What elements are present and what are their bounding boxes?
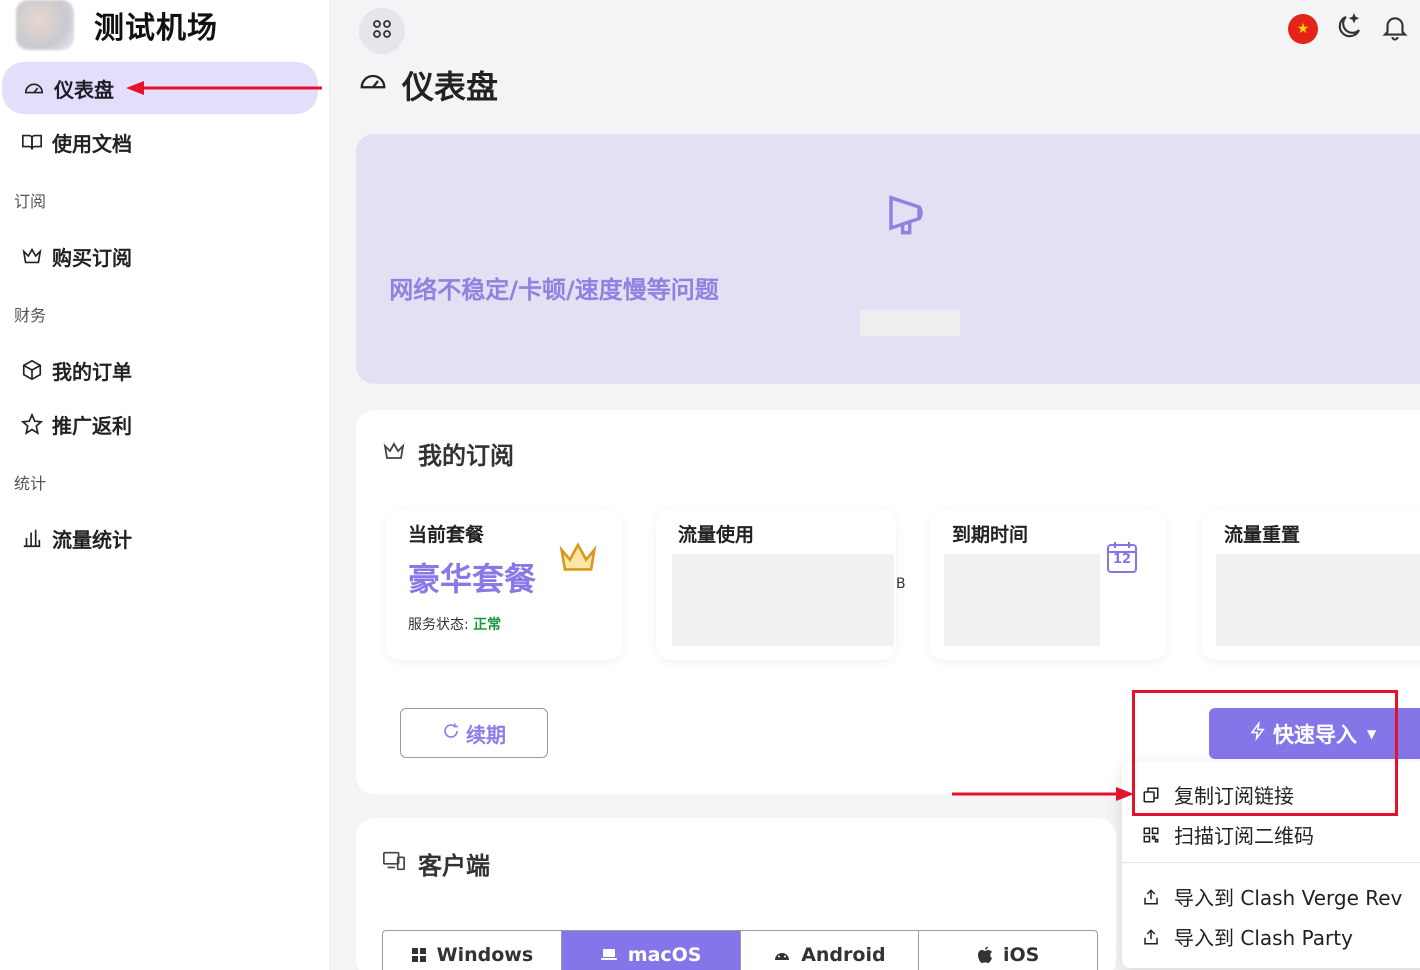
renew-button[interactable]: 续期 (400, 708, 548, 758)
dropdown-item-clash-party[interactable]: 导入到 Clash Party (1142, 922, 1353, 951)
current-plan-label: 当前套餐 (408, 524, 485, 546)
announcement-banner[interactable] (356, 134, 1420, 384)
banner-placeholder (860, 310, 960, 336)
expiry-card: 到期时间 12 (930, 510, 1166, 660)
traffic-reset-card: 流量重置 (1202, 510, 1420, 660)
apple-icon (977, 946, 993, 964)
calendar-icon: 12 (1106, 540, 1138, 574)
share-icon (1142, 888, 1162, 906)
traffic-reset-label: 流量重置 (1224, 524, 1301, 546)
dropdown-item-label: 导入到 Clash Party (1174, 926, 1353, 950)
sidebar-item-orders[interactable]: 我的订单 (0, 344, 320, 396)
bell-icon[interactable] (1380, 12, 1410, 46)
dropdown-item-clash-verge[interactable]: 导入到 Clash Verge Rev (1142, 882, 1402, 911)
page-title: 仪表盘 (358, 62, 498, 108)
apps-button[interactable] (359, 8, 405, 54)
tab-ios[interactable]: iOS (919, 931, 1097, 970)
page-title-text: 仪表盘 (402, 68, 499, 106)
sidebar-item-label: 购买订阅 (52, 245, 132, 270)
gold-crown-icon (558, 540, 598, 580)
banner-text-wrap: 网络不稳定/卡顿/速度慢等问题 (0, 270, 1108, 305)
book-icon (20, 130, 44, 154)
sidebar-item-label: 流量统计 (52, 527, 132, 552)
sidebar-item-docs[interactable]: 使用文档 (0, 116, 320, 168)
crown-icon (382, 439, 406, 469)
calendar-day: 12 (1112, 552, 1132, 567)
sidebar-item-label: 仪表盘 (54, 77, 114, 102)
traffic-usage-label: 流量使用 (678, 524, 755, 546)
sidebar-section-stats: 统计 (14, 474, 47, 493)
traffic-unit: B (896, 576, 906, 592)
language-flag-icon[interactable]: ★ (1288, 14, 1318, 44)
android-icon (773, 948, 791, 962)
sidebar-item-label: 使用文档 (52, 131, 132, 156)
dark-mode-icon[interactable] (1334, 12, 1364, 46)
gauge-icon (358, 66, 388, 104)
tab-label: Windows (436, 944, 534, 966)
tab-android[interactable]: Android (741, 931, 920, 970)
sidebar-item-referral[interactable]: 推广返利 (0, 398, 320, 450)
traffic-usage-card: 流量使用 B (656, 510, 906, 660)
expiry-label: 到期时间 (952, 524, 1029, 546)
apps-grid-icon (372, 19, 392, 43)
crown-icon (20, 244, 44, 268)
plan-status: 服务状态: 正常 (408, 614, 501, 634)
tab-label: iOS (1002, 944, 1040, 966)
annotation-box (1132, 690, 1398, 816)
os-tabs: Windows macOS Android iOS (382, 930, 1098, 970)
brand-title: 测试机场 (94, 11, 218, 46)
renew-label: 续期 (466, 722, 506, 747)
sidebar-section-finance: 财务 (14, 306, 47, 325)
share-icon (1142, 928, 1162, 946)
brand-avatar (16, 0, 74, 50)
sidebar-item-label: 推广返利 (52, 413, 132, 438)
dropdown-item-scan-qr[interactable]: 扫描订阅二维码 (1142, 820, 1314, 849)
subscription-title: 我的订阅 (382, 436, 514, 471)
plan-name: 豪华套餐 (408, 560, 537, 598)
windows-icon (411, 947, 427, 963)
brand[interactable]: 测试机场 (16, 0, 218, 50)
box-icon (20, 358, 44, 382)
dropdown-item-label: 扫描订阅二维码 (1174, 824, 1314, 848)
dropdown-divider (1122, 862, 1420, 863)
star-icon (20, 412, 44, 436)
annotation-arrow-dropdown (952, 787, 1134, 801)
gauge-icon (22, 76, 46, 100)
subscription-title-text: 我的订阅 (418, 442, 514, 470)
tab-label: macOS (627, 944, 702, 966)
tab-label: Android (801, 944, 886, 966)
megaphone-icon (884, 186, 940, 246)
sidebar: 测试机场 仪表盘 使用文档 订阅 购买订阅 财务 我的订单 推广返利 统计 流量… (0, 0, 330, 970)
banner-text: 网络不稳定/卡顿/速度慢等问题 (389, 276, 719, 304)
sidebar-item-label: 我的订单 (52, 359, 132, 384)
sidebar-item-traffic-stats[interactable]: 流量统计 (0, 512, 320, 564)
refresh-icon (442, 721, 460, 745)
expiry-placeholder (944, 554, 1100, 646)
tab-windows[interactable]: Windows (383, 931, 562, 970)
plan-status-value: 正常 (473, 617, 502, 633)
dropdown-item-label: 导入到 Clash Verge Rev (1174, 886, 1403, 910)
devices-icon (382, 850, 406, 878)
client-title: 客户端 (382, 846, 490, 881)
bar-chart-icon (20, 526, 44, 550)
tab-macos[interactable]: macOS (561, 931, 741, 970)
top-icons: ★ (1288, 12, 1410, 46)
qr-code-icon (1142, 826, 1162, 844)
plan-status-label: 服务状态: (408, 617, 474, 633)
annotation-arrow (126, 81, 322, 95)
current-plan-card: 当前套餐 豪华套餐 服务状态: 正常 (386, 510, 622, 660)
laptop-icon (600, 947, 618, 963)
sidebar-section-subscription: 订阅 (14, 192, 47, 211)
reset-placeholder (1216, 554, 1420, 646)
traffic-placeholder (672, 554, 894, 646)
client-title-text: 客户端 (418, 852, 490, 880)
